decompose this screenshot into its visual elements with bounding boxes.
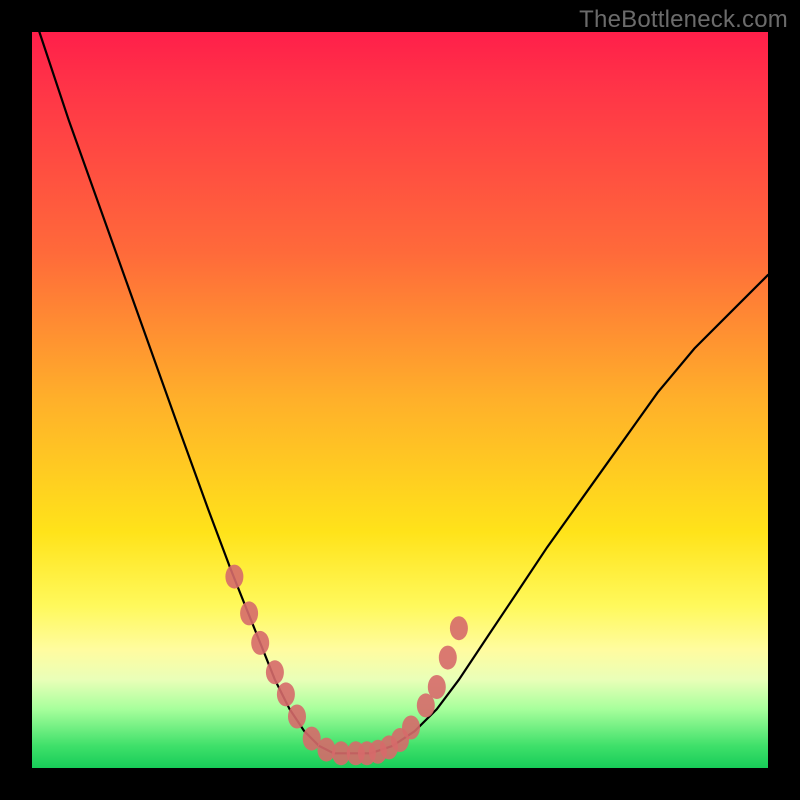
curve-marker (439, 646, 457, 670)
bottleneck-curve (39, 32, 768, 753)
curve-marker (402, 716, 420, 740)
curve-marker (225, 565, 243, 589)
plot-area (32, 32, 768, 768)
watermark-text: TheBottleneck.com (579, 6, 788, 34)
chart-frame: TheBottleneck.com (0, 0, 800, 800)
curve-marker (428, 675, 446, 699)
curve-layer (39, 32, 768, 753)
curve-marker (450, 616, 468, 640)
curve-marker (288, 705, 306, 729)
curve-marker (251, 631, 269, 655)
plot-svg (32, 32, 768, 768)
curve-marker (240, 601, 258, 625)
curve-marker (277, 682, 295, 706)
marker-layer (225, 565, 468, 766)
curve-marker (266, 660, 284, 684)
